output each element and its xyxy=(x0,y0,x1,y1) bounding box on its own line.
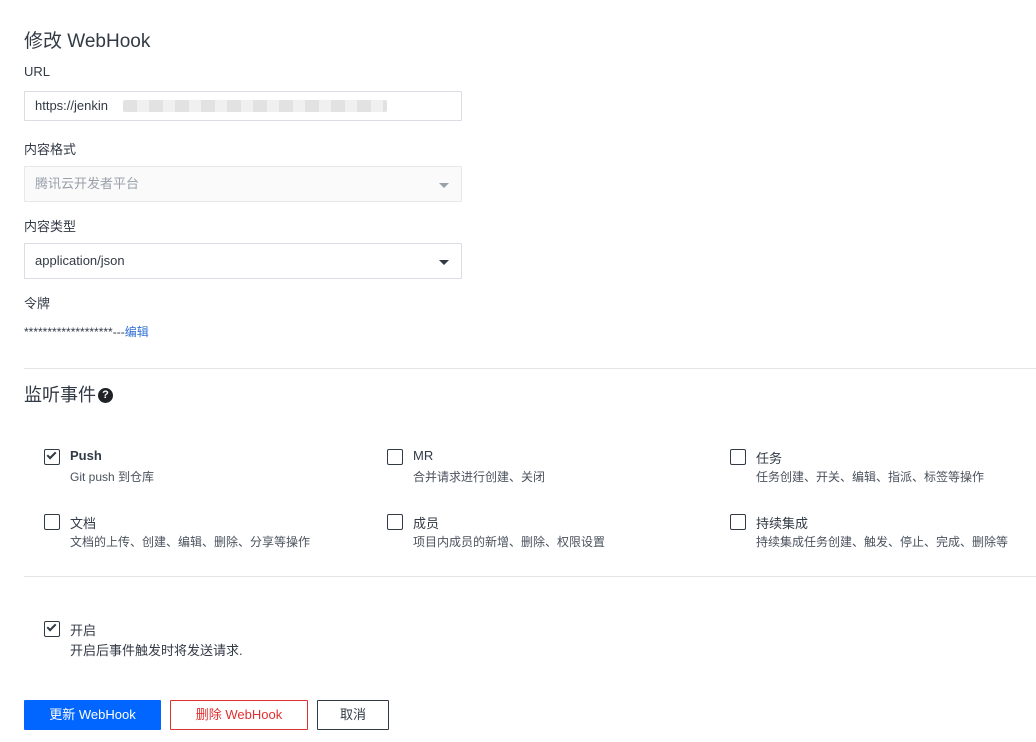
event-name: 成员 xyxy=(413,516,440,531)
event-desc: 项目内成员的新增、删除、权限设置 xyxy=(413,535,606,549)
event-push[interactable]: Push Git push 到仓库 xyxy=(44,448,334,489)
event-desc: 合并请求进行创建、关闭 xyxy=(413,470,546,484)
event-desc: 持续集成任务创建、触发、停止、完成、删除等 xyxy=(756,535,1009,549)
event-name: MR xyxy=(413,448,434,463)
divider xyxy=(24,368,1036,369)
cancel-button[interactable]: 取消 xyxy=(317,700,389,730)
event-name: 任务 xyxy=(756,451,783,466)
task-checkbox[interactable] xyxy=(730,449,746,465)
enable-label: 开启 xyxy=(70,623,97,638)
token-masked: *******************--- xyxy=(24,325,125,339)
members-checkbox[interactable] xyxy=(387,514,403,530)
enable-toggle[interactable]: 开启 开启后事件触发时将发送请求. xyxy=(44,621,334,661)
url-input[interactable]: https://jenkin xyxy=(24,91,462,121)
token-edit-link[interactable]: 编辑 xyxy=(125,325,149,339)
mr-checkbox[interactable] xyxy=(387,449,403,465)
event-desc: 任务创建、开关、编辑、指派、标签等操作 xyxy=(756,470,985,484)
url-value: https://jenkin xyxy=(35,98,108,113)
delete-webhook-button[interactable]: 删除 WebHook xyxy=(170,700,308,730)
page-title: 修改 WebHook xyxy=(24,31,151,52)
event-docs[interactable]: 文档 文档的上传、创建、编辑、删除、分享等操作 xyxy=(44,514,334,554)
event-desc: Git push 到仓库 xyxy=(70,470,155,484)
help-icon[interactable]: ? xyxy=(98,388,113,403)
event-name: 文档 xyxy=(70,516,97,531)
enable-checkbox[interactable] xyxy=(44,621,60,637)
url-label: URL xyxy=(24,64,51,79)
event-mr[interactable]: MR 合并请求进行创建、关闭 xyxy=(387,448,677,489)
events-section-title: 监听事件 ? xyxy=(24,381,113,407)
docs-checkbox[interactable] xyxy=(44,514,60,530)
ci-checkbox[interactable] xyxy=(730,514,746,530)
events-title: 监听事件 xyxy=(24,385,96,405)
event-ci[interactable]: 持续集成 持续集成任务创建、触发、停止、完成、删除等 xyxy=(730,514,1020,554)
event-task[interactable]: 任务 任务创建、开关、编辑、指派、标签等操作 xyxy=(730,449,1020,489)
content-type-select[interactable]: application/json xyxy=(24,243,462,279)
content-format-select: 腾讯云开发者平台 xyxy=(24,166,462,202)
enable-desc: 开启后事件触发时将发送请求. xyxy=(70,643,243,658)
chevron-down-icon xyxy=(439,183,449,188)
push-checkbox[interactable] xyxy=(44,449,60,465)
token-label: 令牌 xyxy=(24,296,51,311)
redacted-url-blur xyxy=(123,100,387,112)
divider xyxy=(24,576,1036,577)
update-webhook-button[interactable]: 更新 WebHook xyxy=(24,700,161,730)
event-name: 持续集成 xyxy=(756,516,809,531)
event-name: Push xyxy=(70,448,102,463)
content-format-label: 内容格式 xyxy=(24,142,77,157)
event-members[interactable]: 成员 项目内成员的新增、删除、权限设置 xyxy=(387,514,677,554)
content-format-value: 腾讯云开发者平台 xyxy=(35,176,140,191)
content-type-label: 内容类型 xyxy=(24,219,77,234)
chevron-down-icon xyxy=(439,260,449,265)
event-desc: 文档的上传、创建、编辑、删除、分享等操作 xyxy=(70,535,311,549)
check-icon xyxy=(46,449,57,460)
check-icon xyxy=(46,621,57,632)
content-type-value: application/json xyxy=(35,253,125,268)
token-row: *******************---编辑 xyxy=(24,323,149,340)
